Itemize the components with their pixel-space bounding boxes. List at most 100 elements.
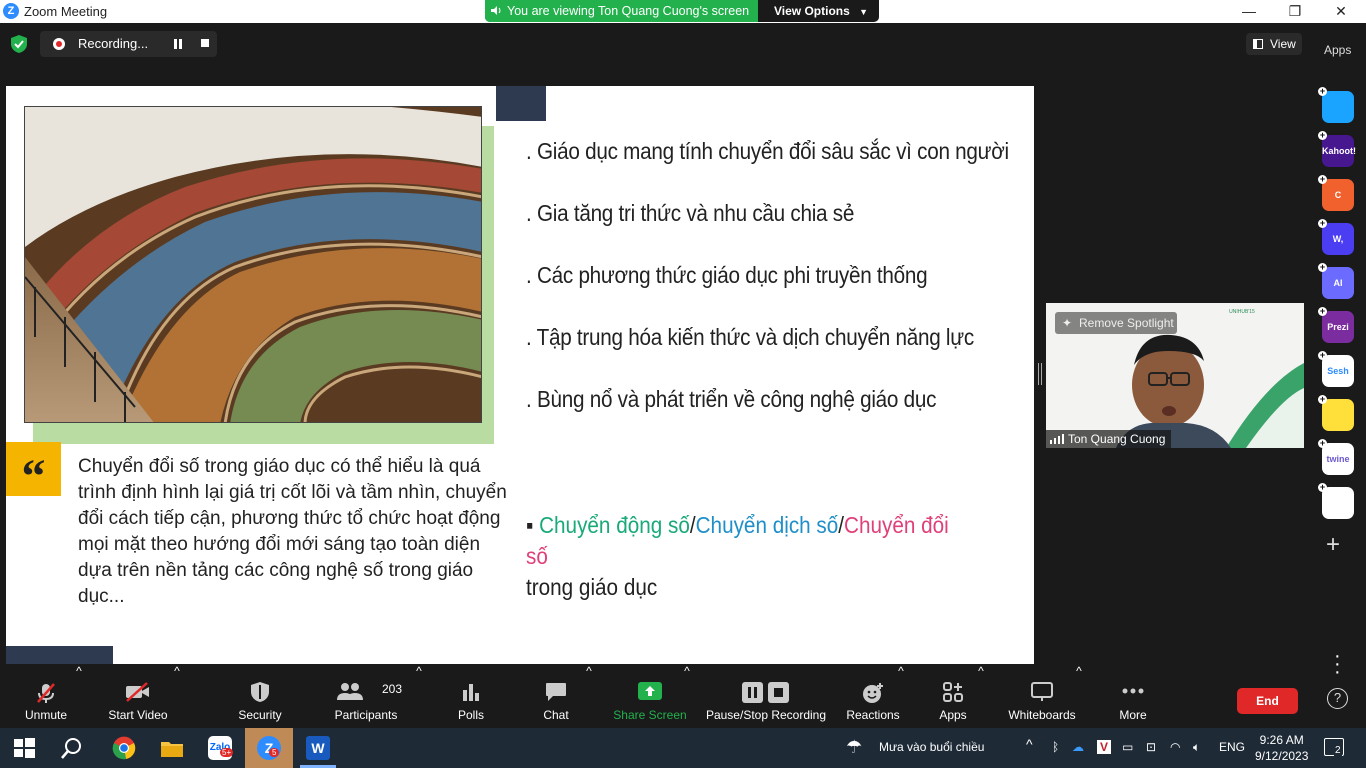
slide-decor-bottom (6, 646, 113, 664)
slide-bullet-list: . Giáo dục mang tính chuyển đổi sâu sắc … (526, 138, 1026, 448)
slide-bullet: . Giáo dục mang tính chuyển đổi sâu sắc … (526, 138, 1009, 164)
start-video-label: Start Video (108, 708, 168, 722)
app-blocks-app-icon[interactable] (1322, 487, 1354, 519)
add-app-plus-icon[interactable]: + (1318, 439, 1327, 448)
participants-button[interactable]: 203 Participants (326, 664, 406, 728)
background-banner-text: UNIHUB'15 (1229, 309, 1255, 315)
app-sesh-icon[interactable]: Sesh (1322, 355, 1354, 387)
device-icon[interactable]: ⊡ (1146, 740, 1156, 754)
polls-button[interactable]: Polls (440, 664, 502, 728)
zoom-app-icon[interactable]: Z 5 (257, 736, 281, 760)
app-prezi-icon[interactable]: Prezi (1322, 311, 1354, 343)
stop-recording-icon[interactable] (201, 39, 209, 47)
zoom-logo-icon: Z (3, 3, 19, 19)
add-app-plus-icon[interactable]: + (1318, 263, 1327, 272)
audio-options-caret[interactable]: ^ (74, 664, 84, 728)
add-app-plus-icon[interactable]: + (1318, 395, 1327, 404)
language-indicator[interactable]: ENG (1219, 740, 1245, 754)
add-app-plus-icon[interactable]: + (1318, 175, 1327, 184)
more-label: More (1119, 708, 1147, 722)
video-options-caret[interactable]: ^ (172, 664, 182, 728)
slide-digital-transformation: ▪ Chuyển động số/Chuyển dịch số/Chuyển đ… (526, 510, 976, 603)
show-hidden-icons-chevron-icon[interactable]: ^ (1026, 736, 1033, 752)
add-app-plus-icon[interactable]: + (1318, 87, 1327, 96)
volume-icon[interactable]: 🔈︎ (1193, 740, 1200, 755)
digital-term-rest: trong giáo dục (526, 574, 658, 600)
viewing-screen-label: You are viewing Ton Quang Cuong's screen (485, 0, 758, 22)
participant-video-tile[interactable]: UNIHUB'15 ✦ Remove Spotlight Ton Quang C… (1046, 303, 1304, 448)
weather-text[interactable]: Mưa vào buổi chiều (879, 740, 984, 754)
windows-start-icon[interactable] (12, 736, 36, 760)
apps-button[interactable]: Apps (925, 664, 981, 728)
add-app-icon[interactable]: + (1326, 531, 1340, 559)
reactions-options-caret[interactable]: ^ (896, 664, 906, 728)
pause-stop-recording-label: Pause/Stop Recording (705, 708, 827, 722)
add-app-plus-icon[interactable]: + (1318, 307, 1327, 316)
chat-options-caret[interactable]: ^ (584, 664, 594, 728)
view-button[interactable]: View (1246, 33, 1302, 55)
slide-quote-text: Chuyển đổi số trong giáo dục có thể hiểu… (78, 456, 507, 607)
apps-options-caret[interactable]: ^ (976, 664, 986, 728)
app-wooclap-icon[interactable]: W, (1322, 223, 1354, 255)
pause-stop-recording-button[interactable]: Pause/Stop Recording (700, 664, 832, 728)
polls-label: Polls (457, 708, 484, 722)
pause-recording-icon[interactable] (173, 39, 183, 49)
word-app-icon[interactable]: W (306, 736, 330, 760)
weather-umbrella-icon[interactable]: ☂ (846, 737, 862, 758)
file-explorer-icon[interactable] (160, 736, 184, 760)
share-screen-button[interactable]: Share Screen (610, 664, 690, 728)
whiteboard-icon (1031, 682, 1053, 701)
slide-bullet: . Các phương thức giáo dục phi truyền th… (526, 262, 928, 288)
pause-stop-icon (742, 682, 789, 703)
whiteboards-options-caret[interactable]: ^ (1074, 664, 1084, 728)
share-banner: You are viewing Ton Quang Cuong's screen… (485, 0, 879, 22)
clock[interactable]: 9:26 AM 9/12/2023 (1255, 732, 1308, 764)
close-button[interactable]: ✕ (1318, 0, 1364, 23)
chat-bubble-icon (546, 683, 566, 701)
vivaldi-icon[interactable]: V (1097, 740, 1112, 754)
participant-name-tag: Ton Quang Cuong (1046, 430, 1172, 448)
add-app-plus-icon[interactable]: + (1318, 483, 1327, 492)
add-app-plus-icon[interactable]: + (1318, 219, 1327, 228)
battery-icon[interactable]: ▭ (1122, 740, 1133, 754)
recording-indicator: Recording... (40, 31, 217, 57)
chrome-icon[interactable] (112, 736, 136, 760)
notification-center-icon[interactable]: 2 (1324, 738, 1344, 756)
remove-spotlight-button[interactable]: ✦ Remove Spotlight (1055, 312, 1177, 334)
spotlight-icon: ✦ (1062, 316, 1073, 330)
apps-more-icon[interactable]: · · · (1334, 646, 1341, 682)
bluetooth-icon[interactable]: ᛒ (1052, 740, 1059, 754)
view-options-button[interactable]: View Options ▼ (758, 0, 879, 22)
onedrive-cloud-icon[interactable]: ☁ (1072, 740, 1084, 754)
add-app-plus-icon[interactable]: + (1318, 351, 1327, 360)
view-layout-icon (1253, 39, 1263, 49)
add-app-plus-icon[interactable]: + (1318, 131, 1327, 140)
app-kahoot-icon[interactable]: Kahoot! (1322, 135, 1356, 167)
app-twine-icon[interactable]: twine (1322, 443, 1354, 475)
app-flip-icon[interactable] (1322, 91, 1354, 123)
maximize-button[interactable]: ❐ (1272, 0, 1318, 23)
minimize-button[interactable]: — (1226, 0, 1272, 23)
participants-options-caret[interactable]: ^ (414, 664, 424, 728)
more-button[interactable]: More (1106, 664, 1160, 728)
recording-label: Recording... (78, 36, 149, 51)
security-button[interactable]: Security (225, 664, 295, 728)
help-icon[interactable]: ? (1327, 688, 1348, 709)
app-ai-app-icon[interactable]: AI (1322, 267, 1354, 299)
splitter-handle[interactable] (1038, 363, 1042, 385)
end-meeting-button[interactable]: End (1237, 688, 1298, 714)
app-crowdpurr-icon[interactable]: C (1322, 179, 1354, 211)
wifi-icon[interactable]: ◠ (1170, 740, 1180, 754)
search-icon[interactable] (60, 736, 84, 760)
slide-bullet: . Tập trung hóa kiến thức và dịch chuyển… (526, 324, 974, 350)
chat-button[interactable]: Chat (525, 664, 587, 728)
app-emoji-app-icon[interactable] (1322, 399, 1354, 431)
share-options-caret[interactable]: ^ (682, 664, 692, 728)
start-video-button[interactable]: Start Video (94, 664, 182, 728)
security-shield-icon[interactable] (11, 35, 27, 53)
whiteboards-button[interactable]: Whiteboards (1000, 664, 1084, 728)
zalo-app-icon[interactable]: Zalo 5+ (208, 736, 234, 760)
chevron-down-icon: ▼ (859, 7, 869, 17)
participants-icon (337, 683, 363, 700)
more-dots-icon (1122, 688, 1144, 694)
